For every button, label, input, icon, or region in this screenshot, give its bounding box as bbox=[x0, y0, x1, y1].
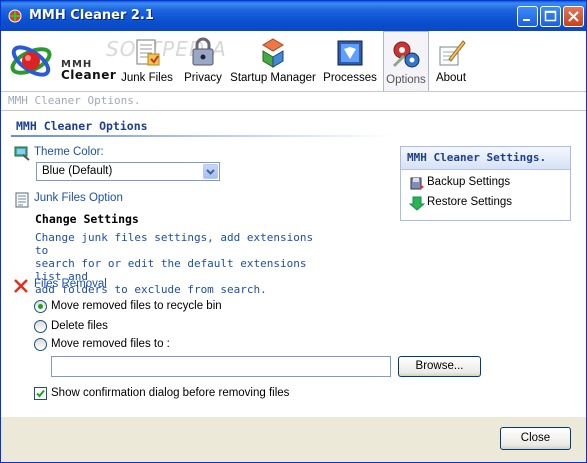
option-delete-files-label[interactable]: Delete files bbox=[51, 320, 108, 332]
option-move-to-label[interactable]: Move removed files to : bbox=[51, 338, 170, 350]
app-icon bbox=[8, 9, 22, 23]
app-window: MMH Cleaner 2.1 SOFTPEDIA MMH Cleaner Ju… bbox=[0, 0, 587, 463]
tab-options[interactable]: Options bbox=[383, 31, 429, 91]
logo-line2: Cleaner bbox=[61, 68, 117, 82]
backup-icon bbox=[410, 177, 424, 190]
junk-files-icon bbox=[136, 39, 160, 66]
dropdown-button[interactable] bbox=[203, 164, 218, 179]
tab-label: Privacy bbox=[184, 72, 222, 84]
backup-settings-link[interactable]: Backup Settings bbox=[409, 174, 564, 192]
tab-processes[interactable]: Processes bbox=[321, 31, 379, 89]
tab-label: Junk Files bbox=[121, 72, 173, 84]
option-recycle-bin-label[interactable]: Move removed files to recycle bin bbox=[51, 300, 222, 312]
files-removal-icon bbox=[14, 279, 28, 293]
desc-line: Change junk files settings, add extensio… bbox=[35, 231, 314, 257]
browse-button[interactable]: Browse... bbox=[398, 356, 481, 377]
close-window-button[interactable] bbox=[563, 6, 584, 27]
theme-color-label: Theme Color: bbox=[34, 146, 104, 158]
tab-label: About bbox=[435, 72, 467, 84]
chevron-down-icon bbox=[206, 169, 215, 175]
window-title: MMH Cleaner 2.1 bbox=[29, 8, 154, 23]
settings-panel: MMH Cleaner Settings. Backup Settings Re… bbox=[400, 146, 571, 221]
confirm-dialog-label[interactable]: Show confirmation dialog before removing… bbox=[51, 387, 289, 399]
tab-label: Options bbox=[386, 74, 426, 86]
radio-move-to[interactable] bbox=[34, 338, 47, 351]
about-icon bbox=[439, 40, 466, 66]
tab-label: Processes bbox=[323, 72, 377, 84]
maximize-icon bbox=[544, 10, 557, 22]
toolbar: SOFTPEDIA MMH Cleaner Junk Files Privacy… bbox=[1, 31, 586, 92]
tab-about[interactable]: About bbox=[431, 31, 471, 89]
close-icon bbox=[568, 11, 579, 22]
mmh-logo-icon bbox=[10, 45, 52, 77]
status-line: MMH Cleaner Options. bbox=[1, 92, 586, 111]
radio-recycle-bin[interactable] bbox=[34, 300, 47, 313]
theme-color-icon bbox=[14, 146, 30, 161]
settings-panel-header: MMH Cleaner Settings. bbox=[401, 147, 570, 170]
startup-manager-icon bbox=[262, 38, 284, 68]
restore-settings-link[interactable]: Restore Settings bbox=[409, 194, 564, 212]
tab-privacy[interactable]: Privacy bbox=[179, 31, 227, 89]
close-button[interactable]: Close bbox=[500, 427, 571, 450]
radio-delete-files[interactable] bbox=[34, 320, 47, 333]
section-divider bbox=[11, 135, 391, 137]
files-removal-label: Files Removal bbox=[34, 278, 107, 290]
restore-icon bbox=[409, 196, 425, 211]
privacy-icon bbox=[192, 37, 214, 66]
footer: Close bbox=[1, 417, 586, 462]
tab-junk-files[interactable]: Junk Files bbox=[119, 31, 175, 89]
confirm-dialog-checkbox[interactable] bbox=[34, 387, 47, 400]
tab-label: Startup Manager bbox=[230, 72, 316, 84]
settings-panel-title: MMH Cleaner Settings. bbox=[407, 151, 547, 164]
status-text: MMH Cleaner Options. bbox=[8, 94, 141, 107]
move-path-input[interactable] bbox=[51, 356, 391, 377]
checkmark-icon bbox=[36, 389, 45, 398]
processes-icon bbox=[337, 40, 363, 66]
minimize-button[interactable] bbox=[517, 6, 538, 27]
maximize-button[interactable] bbox=[540, 6, 561, 27]
logo-text: MMH Cleaner bbox=[61, 59, 116, 81]
minimize-icon bbox=[523, 19, 530, 21]
junk-files-option-label[interactable]: Junk Files Option bbox=[34, 192, 123, 204]
section-title: MMH Cleaner Options bbox=[16, 119, 148, 133]
title-bar[interactable]: MMH Cleaner 2.1 bbox=[1, 1, 586, 31]
junk-files-option-icon bbox=[15, 192, 29, 208]
change-settings-heading[interactable]: Change Settings bbox=[35, 212, 139, 226]
backup-settings-label: Backup Settings bbox=[427, 176, 511, 188]
options-icon bbox=[392, 41, 420, 68]
options-panel: MMH Cleaner Options Theme Color: Blue (D… bbox=[1, 111, 586, 417]
theme-color-value: Blue (Default) bbox=[42, 165, 113, 177]
theme-color-select[interactable]: Blue (Default) bbox=[36, 162, 220, 181]
restore-settings-label: Restore Settings bbox=[427, 196, 513, 208]
tab-startup-manager[interactable]: Startup Manager bbox=[230, 31, 316, 89]
